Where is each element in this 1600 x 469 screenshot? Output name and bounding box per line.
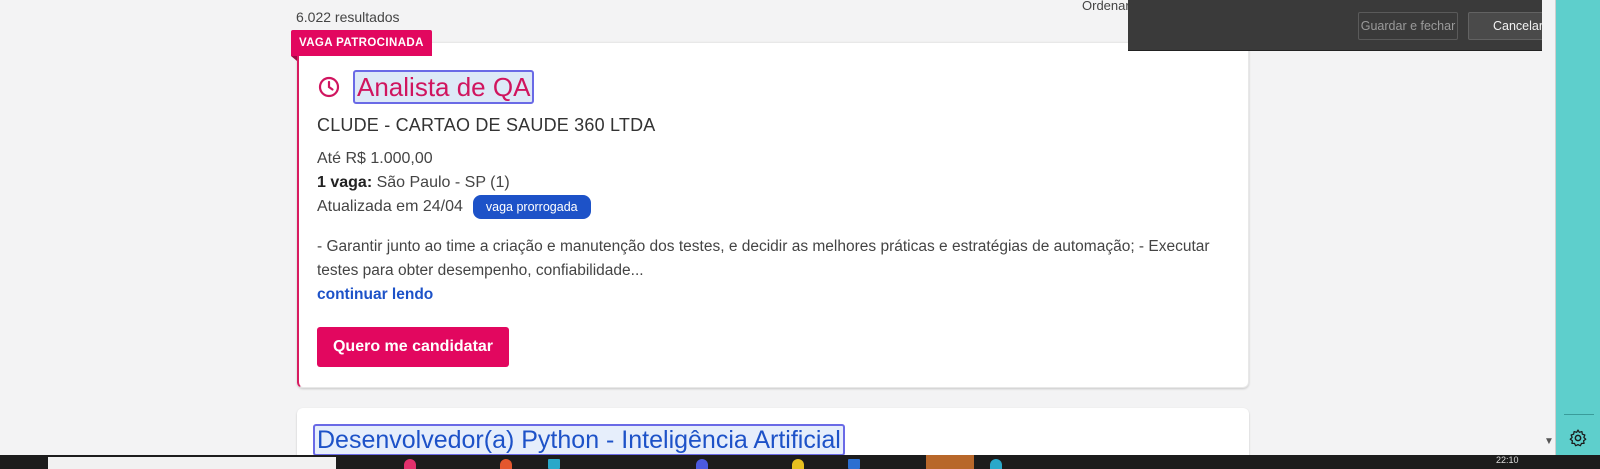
job-title-link[interactable]: Analista de QA: [353, 70, 535, 104]
taskbar-search-box[interactable]: [48, 457, 336, 469]
sponsored-badge: VAGA PATROCINADA: [291, 30, 432, 61]
taskbar-clock: 22:10: [1496, 455, 1519, 465]
app-icon[interactable]: [548, 459, 560, 469]
app-icon[interactable]: [696, 459, 708, 469]
scroll-down-arrow-icon[interactable]: ▼: [1544, 436, 1554, 447]
read-more-link[interactable]: continuar lendo: [317, 286, 433, 304]
app-icon[interactable]: [792, 459, 804, 469]
apply-button[interactable]: Quero me candidatar: [317, 327, 509, 367]
browser-viewport: 6.022 resultados Ordenar Analista de QA …: [0, 0, 1556, 455]
app-icon[interactable]: [500, 459, 512, 469]
app-icon[interactable]: [404, 459, 416, 469]
job-title-link-2[interactable]: Desenvolvedor(a) Python - Inteligência A…: [313, 424, 845, 455]
vacancy-count: 1 vaga:: [317, 174, 373, 191]
clock-icon: [318, 76, 340, 98]
scrollbar[interactable]: [1542, 0, 1555, 455]
location-line: 1 vaga: São Paulo - SP (1): [317, 174, 510, 192]
save-and-close-button[interactable]: Guardar e fechar: [1358, 12, 1458, 40]
updated-text: Atualizada em 24/04: [317, 198, 463, 215]
results-count: 6.022 resultados: [296, 9, 400, 25]
location-text: São Paulo - SP (1): [376, 174, 510, 191]
sort-label[interactable]: Ordenar: [1082, 0, 1130, 13]
job-card-sponsored: Analista de QA CLUDE - CARTAO DE SAUDE 3…: [297, 42, 1249, 388]
company-name: CLUDE - CARTAO DE SAUDE 360 LTDA: [317, 115, 656, 135]
updated-line: Atualizada em 24/04 vaga prorrogada: [317, 195, 591, 219]
divider: [1564, 414, 1594, 415]
save-dialog-bar: Guardar e fechar Cancelar: [1128, 0, 1555, 51]
job-description: - Garantir junto ao time a criação e man…: [317, 238, 1210, 279]
app-icon[interactable]: [848, 459, 860, 469]
taskbar: 22:10: [0, 455, 1600, 469]
app-icon[interactable]: [990, 459, 1002, 469]
side-panel: [1556, 0, 1600, 455]
job-card-next: Desenvolvedor(a) Python - Inteligência A…: [297, 408, 1249, 455]
status-badge: vaga prorrogada: [472, 195, 591, 219]
gear-icon[interactable]: [1568, 428, 1588, 448]
job-title-row: Analista de QA: [317, 70, 535, 104]
active-app-icon[interactable]: [926, 455, 974, 469]
salary-text: Até R$ 1.000,00: [317, 150, 433, 167]
